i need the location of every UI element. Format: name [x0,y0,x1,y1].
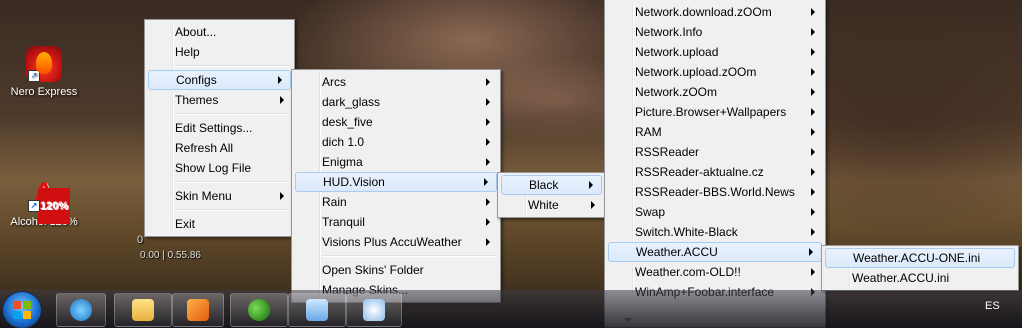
submenu-arrow-icon [280,96,284,104]
skin-item-picture-browser[interactable]: Picture.Browser+Wallpapers [607,102,823,122]
submenu-arrow-icon [484,178,488,186]
submenu-arrow-icon [486,138,490,146]
submenu-arrow-icon [811,148,815,156]
meter-readout: 0.00 | 0.55.86 [140,250,201,261]
meter-value: 0 [137,234,144,246]
submenu-arrow-icon [811,88,815,96]
taskbar: ES [0,290,1022,328]
skin-item-rssreader-aktualne[interactable]: RSSReader-aktualne.cz [607,162,823,182]
nero-flame-icon: ↗ [26,46,62,82]
submenu-arrow-icon [811,8,815,16]
submenu-arrow-icon [811,68,815,76]
menu-separator [175,113,290,115]
submenu-arrow-icon [280,192,284,200]
desktop-icon-alcohol-120[interactable]: A120%↗ Alcohol 120% [4,176,84,228]
language-indicator[interactable]: ES [985,300,1000,312]
submenu-skins-list: Network.download.zOOm Network.Info Netwo… [604,0,826,328]
config-item-rain[interactable]: Rain [294,192,498,212]
desktop-background: ↗ Nero Express A120%↗ Alcohol 120% 0 0.0… [0,0,1022,328]
config-item-visions-plus-accuweather[interactable]: Visions Plus AccuWeather [294,232,498,252]
hud-item-black[interactable]: Black [501,175,602,195]
menu-item-configs[interactable]: Configs [148,70,291,90]
skin-item-network-download-zoom[interactable]: Network.download.zOOm [607,2,823,22]
menu-item-show-log-file[interactable]: Show Log File [147,158,292,178]
weather-item-accu-one-ini[interactable]: Weather.ACCU-ONE.ini [825,248,1015,268]
skin-item-rssreader[interactable]: RSSReader [607,142,823,162]
skin-item-weather-accu[interactable]: Weather.ACCU [608,242,822,262]
taskbar-button-explorer[interactable] [114,293,172,327]
start-button[interactable] [2,291,42,328]
skin-item-ram[interactable]: RAM [607,122,823,142]
menu-item-help[interactable]: Help [147,42,292,62]
submenu-arrow-icon [811,48,815,56]
menu-separator [175,181,290,183]
config-item-dark-glass[interactable]: dark_glass [294,92,498,112]
menu-separator [175,209,290,211]
taskbar-button-media[interactable] [172,293,224,327]
skin-item-rssreader-bbs[interactable]: RSSReader-BBS.World.News [607,182,823,202]
submenu-arrow-icon [486,98,490,106]
submenu-arrow-icon [486,158,490,166]
taskbar-button-messenger[interactable] [230,293,288,327]
messenger-icon [248,299,270,321]
window-icon-2 [363,299,385,321]
desktop-icon-nero-express[interactable]: ↗ Nero Express [4,46,84,98]
menu-item-themes[interactable]: Themes [147,90,292,110]
skin-item-weather-com-old[interactable]: Weather.com-OLD!! [607,262,823,282]
submenu-arrow-icon [811,108,815,116]
submenu-configs: Arcs dark_glass desk_five dich 1.0 Enigm… [291,69,501,303]
config-item-enigma[interactable]: Enigma [294,152,498,172]
skin-item-network-info[interactable]: Network.Info [607,22,823,42]
windows-logo-icon [13,301,31,319]
file-explorer-icon [132,299,154,321]
submenu-arrow-icon [486,238,490,246]
hud-item-white[interactable]: White [500,195,603,215]
config-item-hud-vision[interactable]: HUD.Vision [295,172,497,192]
submenu-arrow-icon [811,128,815,136]
menu-item-exit[interactable]: Exit [147,214,292,234]
config-item-dich[interactable]: dich 1.0 [294,132,498,152]
taskbar-button-window-2[interactable] [346,293,402,327]
open-skins-folder-item[interactable]: Open Skins' Folder [294,260,498,280]
skin-item-network-zoom[interactable]: Network.zOOm [607,82,823,102]
submenu-arrow-icon [811,28,815,36]
submenu-arrow-icon [811,168,815,176]
skin-item-swap[interactable]: Swap [607,202,823,222]
menu-separator [322,255,496,257]
submenu-arrow-icon [486,118,490,126]
submenu-arrow-icon [486,218,490,226]
submenu-arrow-icon [809,248,813,256]
taskbar-button-window[interactable] [288,293,346,327]
submenu-arrow-icon [486,78,490,86]
submenu-arrow-icon [278,76,282,84]
context-menu-main: About... Help Configs Themes Edit Settin… [144,19,295,237]
submenu-arrow-icon [811,268,815,276]
skin-item-network-upload-zoom[interactable]: Network.upload.zOOm [607,62,823,82]
config-item-arcs[interactable]: Arcs [294,72,498,92]
menu-separator [175,65,290,67]
menu-item-about[interactable]: About... [147,22,292,42]
submenu-hud-vision: Black White [497,172,606,218]
menu-item-skin-menu[interactable]: Skin Menu [147,186,292,206]
config-item-tranquil[interactable]: Tranquil [294,212,498,232]
submenu-arrow-icon [811,208,815,216]
config-item-desk-five[interactable]: desk_five [294,112,498,132]
taskbar-button-ie[interactable] [56,293,106,327]
media-player-icon [187,299,209,321]
menu-item-edit-settings[interactable]: Edit Settings... [147,118,292,138]
submenu-arrow-icon [589,181,593,189]
skin-item-switch-white-black[interactable]: Switch.White-Black [607,222,823,242]
submenu-arrow-icon [811,228,815,236]
window-icon [306,299,328,321]
submenu-arrow-icon [591,201,595,209]
alcohol-120-icon: A120%↗ [26,176,71,224]
internet-explorer-icon [70,299,92,321]
submenu-weather-accu: Weather.ACCU-ONE.ini Weather.ACCU.ini [821,245,1019,291]
submenu-arrow-icon [486,198,490,206]
menu-item-refresh-all[interactable]: Refresh All [147,138,292,158]
skin-item-network-upload[interactable]: Network.upload [607,42,823,62]
desktop-icon-label: Nero Express [10,86,78,98]
weather-item-accu-ini[interactable]: Weather.ACCU.ini [824,268,1016,288]
submenu-arrow-icon [811,188,815,196]
